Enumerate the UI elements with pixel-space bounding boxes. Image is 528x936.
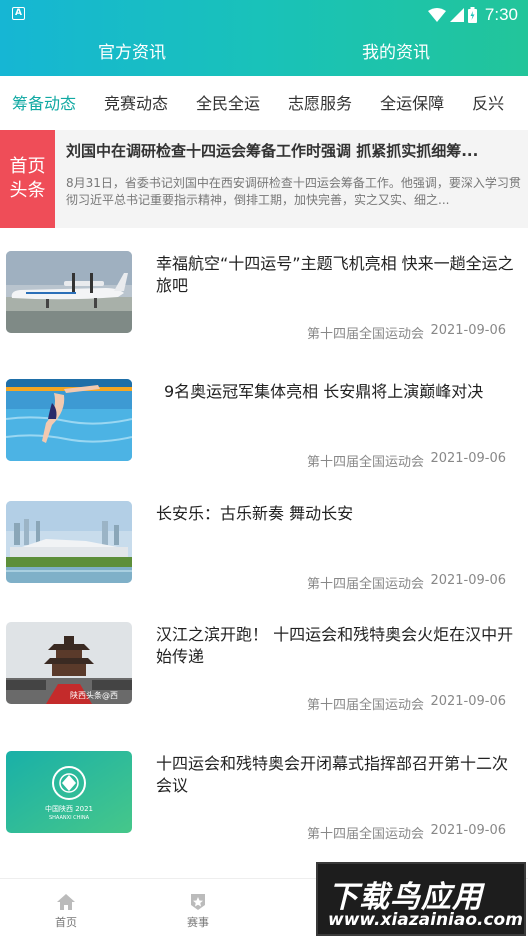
news-thumbnail: [6, 379, 132, 461]
news-date: 2021-09-06: [430, 694, 506, 709]
tab-support[interactable]: 全运保障: [366, 90, 458, 114]
news-thumbnail: 陕西头条@西: [6, 622, 132, 704]
nav-events[interactable]: 赛事: [168, 893, 228, 930]
home-icon: [57, 894, 75, 910]
news-date: 2021-09-06: [430, 451, 506, 466]
nav-home-label: 首页: [55, 916, 77, 929]
news-thumbnail: 中国陕西 2021 SHAANXI CHINA: [6, 751, 132, 833]
news-title: 十四运会和残特奥会开闭幕式指挥部召开第十二次会议: [156, 754, 509, 795]
logo-text: 中国陕西 2021: [45, 804, 93, 813]
tab-competition[interactable]: 竞赛动态: [90, 90, 182, 114]
news-title: 汉江之滨开跑！ 十四运会和残特奥会火炬在汉中开始传递: [156, 625, 514, 666]
news-thumbnail: [6, 251, 132, 333]
nav-home[interactable]: 首页: [36, 893, 96, 930]
news-item[interactable]: 中国陕西 2021 SHAANXI CHINA 十四运会和残特奥会开闭幕式指挥部…: [0, 751, 528, 851]
news-item[interactable]: 9名奥运冠军集体亮相 长安鼎将上演巅峰对决 第十四届全国运动会 2021-09-…: [0, 379, 528, 479]
news-thumbnail: [6, 501, 132, 583]
site-watermark: 下载鸟应用 www.xiazainiao.com: [316, 862, 526, 936]
news-source: 第十四届全国运动会: [306, 698, 424, 713]
tab-anti[interactable]: 反兴: [458, 90, 518, 114]
status-bar: A 7:30: [0, 0, 528, 30]
news-source: 第十四届全国运动会: [306, 827, 424, 842]
tab-preparation[interactable]: 筹备动态: [0, 90, 90, 114]
medal-icon: [191, 894, 205, 910]
headline-description: 8月31日，省委书记刘国中在西安调研检查十四运会筹备工作。他强调，要深入学习贯彻…: [66, 176, 521, 207]
news-item[interactable]: 长安乐：古乐新奏 舞动长安 第十四届全国运动会 2021-09-06: [0, 501, 528, 601]
battery-icon: [467, 7, 477, 23]
top-tab-bar: 官方资讯 我的资讯: [0, 34, 528, 72]
nav-events-label: 赛事: [187, 916, 209, 929]
app-header: A 7:30 官方资讯 我的资讯: [0, 0, 528, 76]
headline-badge-line2: 头条: [9, 180, 46, 201]
news-source: 第十四届全国运动会: [306, 577, 424, 592]
news-source: 第十四届全国运动会: [306, 455, 424, 470]
headline-title: 刘国中在调研检查十四运会筹备工作时强调 抓紧抓实抓细筹...: [66, 142, 479, 160]
news-item[interactable]: 陕西头条@西 汉江之滨开跑！ 十四运会和残特奥会火炬在汉中开始传递 第十四届全国…: [0, 622, 528, 722]
headline-badge-line1: 首页: [9, 156, 46, 177]
news-title: 长安乐：古乐新奏 舞动长安: [156, 504, 354, 523]
news-source: 第十四届全国运动会: [306, 327, 424, 342]
thumbnail-watermark-text: 陕西头条@西: [70, 690, 118, 700]
category-tab-bar: 筹备动态 竞赛动态 全民全运 志愿服务 全运保障 反兴: [0, 76, 528, 128]
clock: 7:30: [484, 5, 518, 24]
tab-volunteer[interactable]: 志愿服务: [274, 90, 366, 114]
news-date: 2021-09-06: [430, 823, 506, 838]
news-date: 2021-09-06: [430, 323, 506, 338]
status-icons: 7:30: [427, 4, 518, 26]
tab-national-games[interactable]: 全民全运: [182, 90, 274, 114]
tab-official-news[interactable]: 官方资讯: [0, 34, 264, 72]
logo-subtext: SHAANXI CHINA: [49, 815, 90, 821]
wifi-icon: [427, 8, 446, 22]
app-notification-icon: A: [12, 7, 25, 20]
news-title: 幸福航空“十四运号”主题飞机亮相 快来一趟全运之旅吧: [156, 254, 514, 295]
watermark-url: www.xiazainiao.com: [328, 910, 523, 930]
news-date: 2021-09-06: [430, 573, 506, 588]
headline-card[interactable]: 首页 头条 刘国中在调研检查十四运会筹备工作时强调 抓紧抓实抓细筹... 8月3…: [0, 130, 528, 228]
headline-badge: 首页 头条: [0, 130, 55, 228]
tab-my-news[interactable]: 我的资讯: [264, 34, 528, 72]
news-item[interactable]: 幸福航空“十四运号”主题飞机亮相 快来一趟全运之旅吧 第十四届全国运动会 202…: [0, 251, 528, 351]
signal-icon: [449, 8, 464, 22]
news-title: 9名奥运冠军集体亮相 长安鼎将上演巅峰对决: [164, 382, 484, 401]
